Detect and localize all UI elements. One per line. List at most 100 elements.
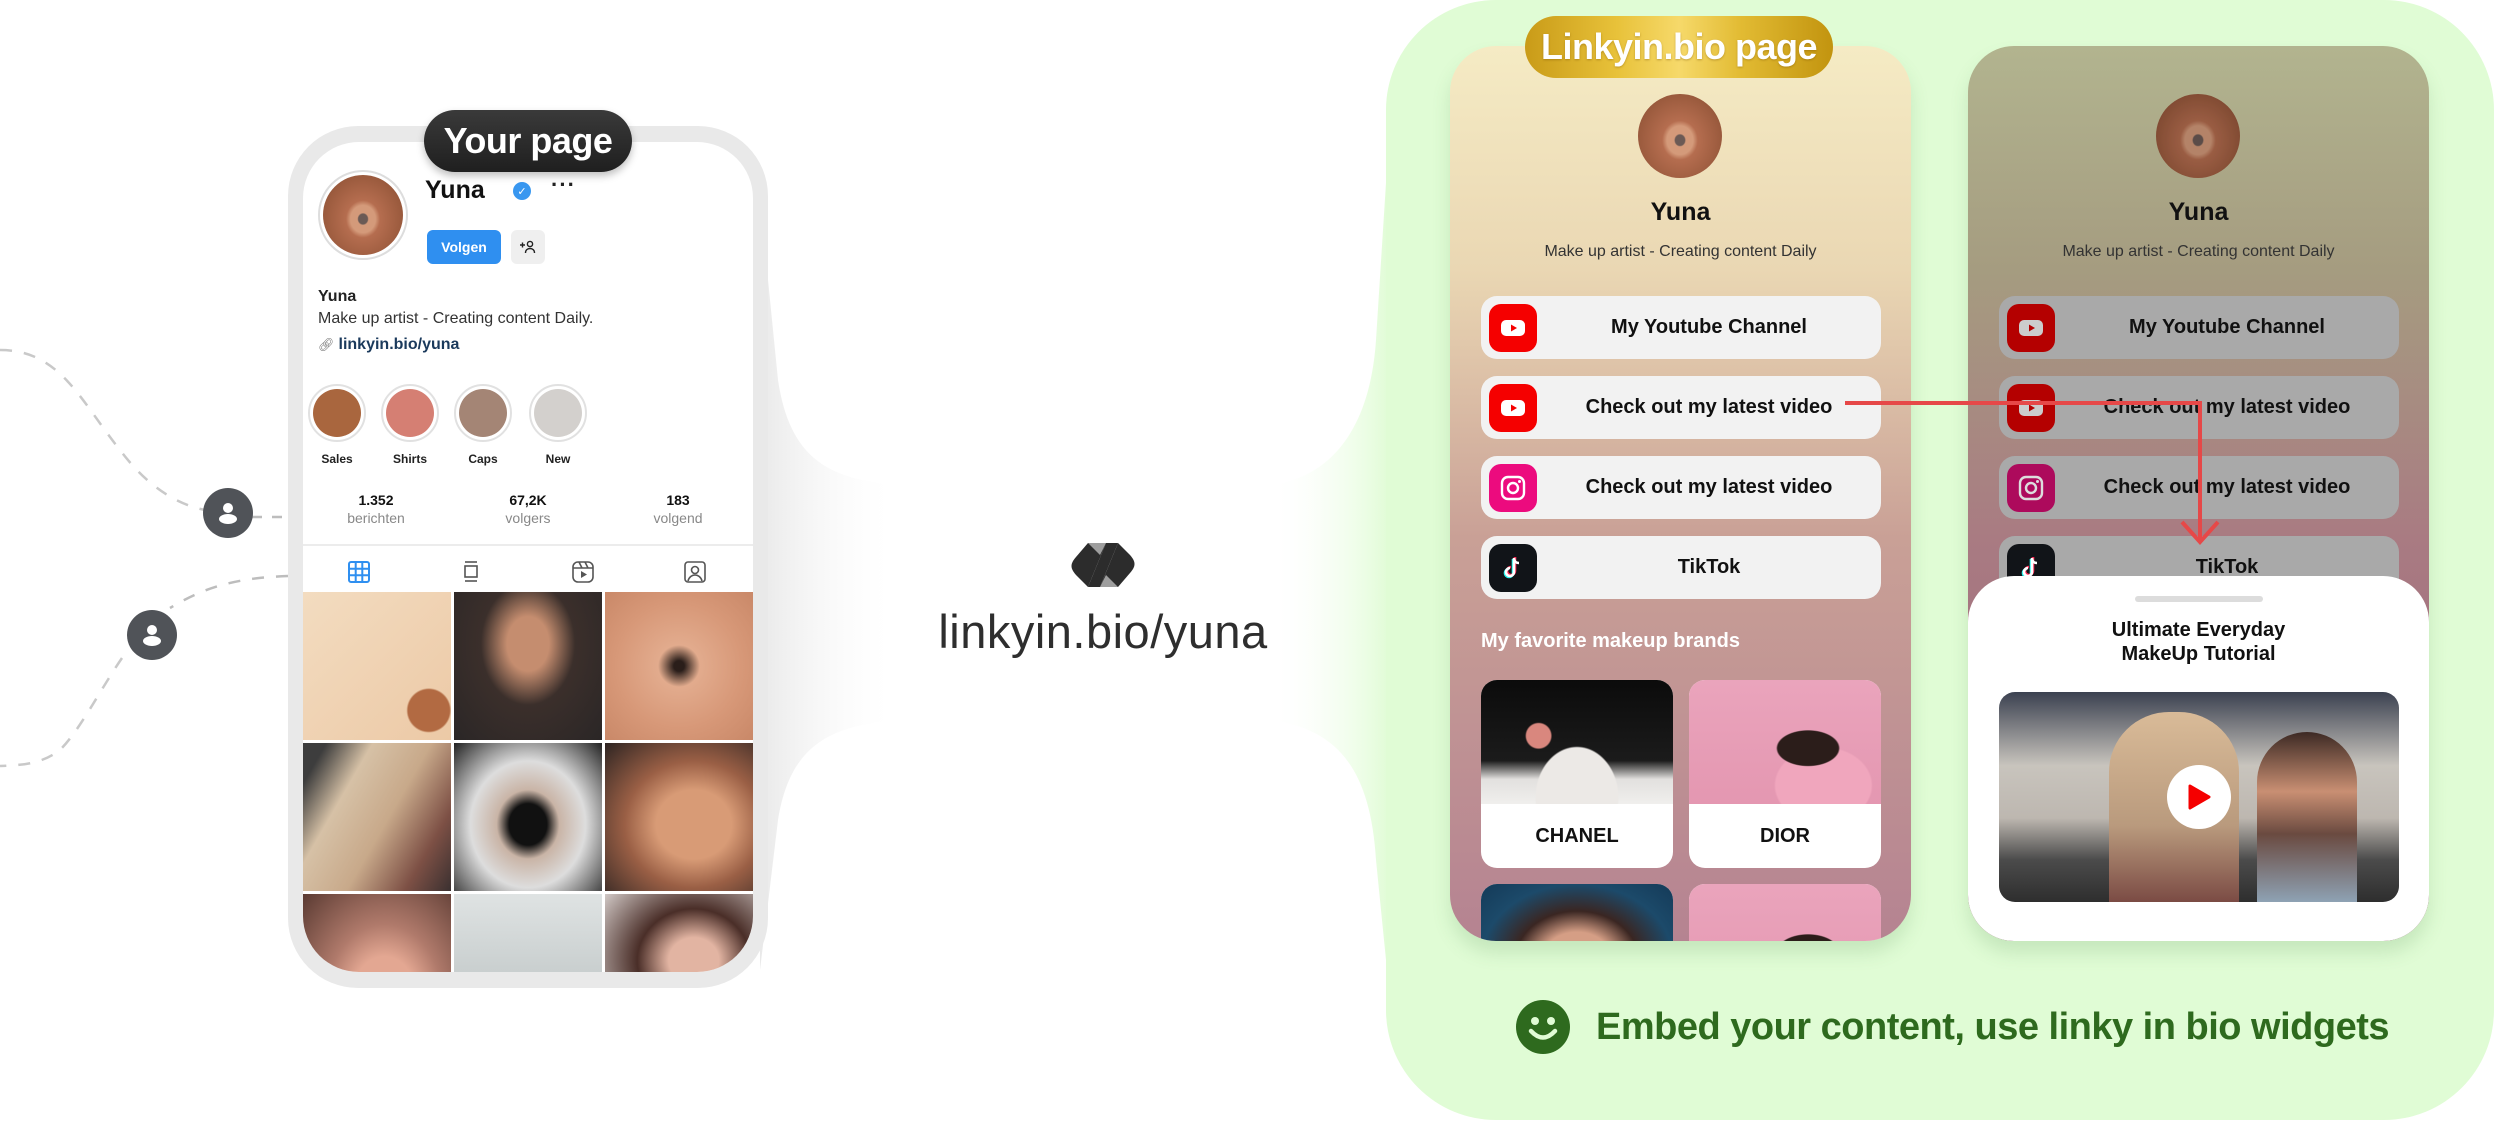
- post-thumbnail[interactable]: [454, 743, 602, 891]
- add-user-button[interactable]: [511, 230, 545, 264]
- bio-url[interactable]: linkyin.bio/yuna: [903, 604, 1303, 659]
- brand-card[interactable]: [1481, 884, 1673, 941]
- stat-label: volgers: [505, 510, 551, 526]
- play-button[interactable]: [2167, 765, 2231, 829]
- link-label: Check out my latest video: [1585, 476, 1833, 498]
- post-thumbnail[interactable]: [303, 743, 451, 891]
- profile-bio: Make up artist - Creating content Daily: [1544, 243, 1817, 260]
- highlight-label: New: [545, 452, 571, 466]
- sheet-grab-handle[interactable]: [2135, 596, 2263, 602]
- stat-followers[interactable]: 67,2K volgers: [463, 492, 593, 526]
- post-grid: [303, 592, 753, 972]
- linkyin-page-card-with-widget: Yuna Make up artist - Creating content D…: [1968, 46, 2429, 941]
- follow-button[interactable]: Volgen: [427, 230, 501, 264]
- tab-reels[interactable]: [527, 554, 639, 590]
- highlight-shirts[interactable]: Shirts: [380, 384, 440, 466]
- tiktok-icon: [1489, 544, 1537, 592]
- post-thumbnail[interactable]: [454, 592, 602, 740]
- highlight-cover: [313, 389, 361, 437]
- link-label: Check out my latest video: [2103, 476, 2351, 498]
- section-title: My favorite makeup brands: [1481, 630, 1740, 652]
- bio-text: Make up artist - Creating content Daily.: [318, 310, 594, 327]
- video-title: Ultimate Everyday MakeUp Tutorial: [1968, 618, 2429, 666]
- verified-badge-icon: ✓: [513, 182, 531, 200]
- post-thumbnail[interactable]: [303, 592, 451, 740]
- post-thumbnail[interactable]: [303, 894, 451, 972]
- feed-icon: [464, 561, 478, 582]
- link-button-tiktok[interactable]: TikTok: [1481, 536, 1881, 599]
- brand-image: [1689, 884, 1881, 941]
- add-user-icon: [520, 240, 536, 254]
- post-thumbnail[interactable]: [605, 743, 753, 891]
- tagged-icon: [684, 561, 706, 583]
- smiley-icon: [1516, 1000, 1570, 1054]
- reels-icon: [572, 561, 594, 583]
- grid-icon: [348, 561, 370, 583]
- link-button-latest-video-youtube[interactable]: Check out my latest video: [1999, 376, 2399, 439]
- link-label: TikTok: [1677, 556, 1741, 578]
- link-label: Check out my latest video: [2103, 396, 2351, 418]
- highlight-label: Shirts: [392, 452, 427, 466]
- brand-card-dior[interactable]: DIOR: [1689, 680, 1881, 868]
- youtube-icon: [1489, 304, 1537, 352]
- youtube-icon: [2007, 384, 2055, 432]
- green-bridge: [1270, 120, 1390, 1000]
- highlight-cover: [459, 389, 507, 437]
- instagram-profile-screen: Yuna ✓ ··· Volgen Yuna Make up artist - …: [303, 142, 753, 972]
- stat-value: 183: [666, 492, 690, 508]
- instagram-icon: [2007, 464, 2055, 512]
- profile-avatar[interactable]: [318, 170, 408, 260]
- post-thumbnail[interactable]: [454, 894, 602, 972]
- post-thumbnail[interactable]: [605, 894, 753, 972]
- video-figure: [2257, 732, 2357, 902]
- bio-link-text: linkyin.bio/yuna: [338, 336, 460, 353]
- instagram-icon: [1489, 464, 1537, 512]
- tab-tagged[interactable]: [639, 554, 751, 590]
- link-button-latest-video-youtube[interactable]: Check out my latest video: [1481, 376, 1881, 439]
- link-label: My Youtube Channel: [1611, 316, 1807, 338]
- video-title-line: MakeUp Tutorial: [2121, 643, 2276, 665]
- stat-label: berichten: [347, 510, 405, 526]
- your-page-badge: Your page: [424, 110, 632, 172]
- linkyin-page-card: Yuna Make up artist - Creating content D…: [1450, 46, 1911, 941]
- video-thumbnail[interactable]: [1999, 692, 2399, 902]
- profile-username: Yuna: [425, 176, 485, 204]
- brand-image: [1481, 680, 1673, 804]
- profile-name: Yuna: [2168, 198, 2229, 226]
- gray-bridge: [760, 200, 900, 970]
- highlight-caps[interactable]: Caps: [453, 384, 513, 466]
- highlight-cover: [534, 389, 582, 437]
- brand-label: CHANEL: [1535, 824, 1619, 847]
- linkyin-logo-icon: [1071, 543, 1135, 587]
- brand-image: [1481, 884, 1673, 941]
- link-icon: 🔗︎: [318, 337, 335, 352]
- stat-label: volgend: [653, 510, 703, 526]
- tab-grid[interactable]: [303, 554, 415, 590]
- stat-following[interactable]: 183 volgend: [613, 492, 743, 526]
- brand-card[interactable]: [1689, 884, 1881, 941]
- brand-card-chanel[interactable]: CHANEL: [1481, 680, 1673, 868]
- youtube-icon: [1489, 384, 1537, 432]
- footer-text: Embed your content, use linky in bio wid…: [1596, 1005, 2390, 1048]
- brand-image: [1689, 680, 1881, 804]
- highlight-sales[interactable]: Sales: [307, 384, 367, 466]
- footer-caption: Embed your content, use linky in bio wid…: [1516, 999, 2390, 1055]
- stat-posts[interactable]: 1.352 berichten: [311, 492, 441, 526]
- highlight-new[interactable]: New: [528, 384, 588, 466]
- video-widget-sheet: Ultimate Everyday MakeUp Tutorial: [1968, 576, 2429, 941]
- profile-name: Yuna: [1650, 198, 1711, 226]
- stat-value: 1.352: [358, 492, 394, 508]
- divider: [303, 544, 753, 546]
- highlight-label: Sales: [321, 452, 353, 466]
- bio-link[interactable]: 🔗︎ linkyin.bio/yuna: [318, 336, 459, 354]
- link-button-latest-video-instagram[interactable]: Check out my latest video: [1481, 456, 1881, 519]
- linkyin-page-badge: Linkyin.bio page: [1525, 16, 1833, 78]
- more-icon[interactable]: ···: [551, 172, 576, 198]
- youtube-icon: [2007, 304, 2055, 352]
- tab-feed[interactable]: [415, 554, 527, 590]
- link-button-youtube-channel[interactable]: My Youtube Channel: [1481, 296, 1881, 359]
- link-button-youtube-channel[interactable]: My Youtube Channel: [1999, 296, 2399, 359]
- highlight-label: Caps: [468, 452, 498, 466]
- link-button-latest-video-instagram[interactable]: Check out my latest video: [1999, 456, 2399, 519]
- post-thumbnail[interactable]: [605, 592, 753, 740]
